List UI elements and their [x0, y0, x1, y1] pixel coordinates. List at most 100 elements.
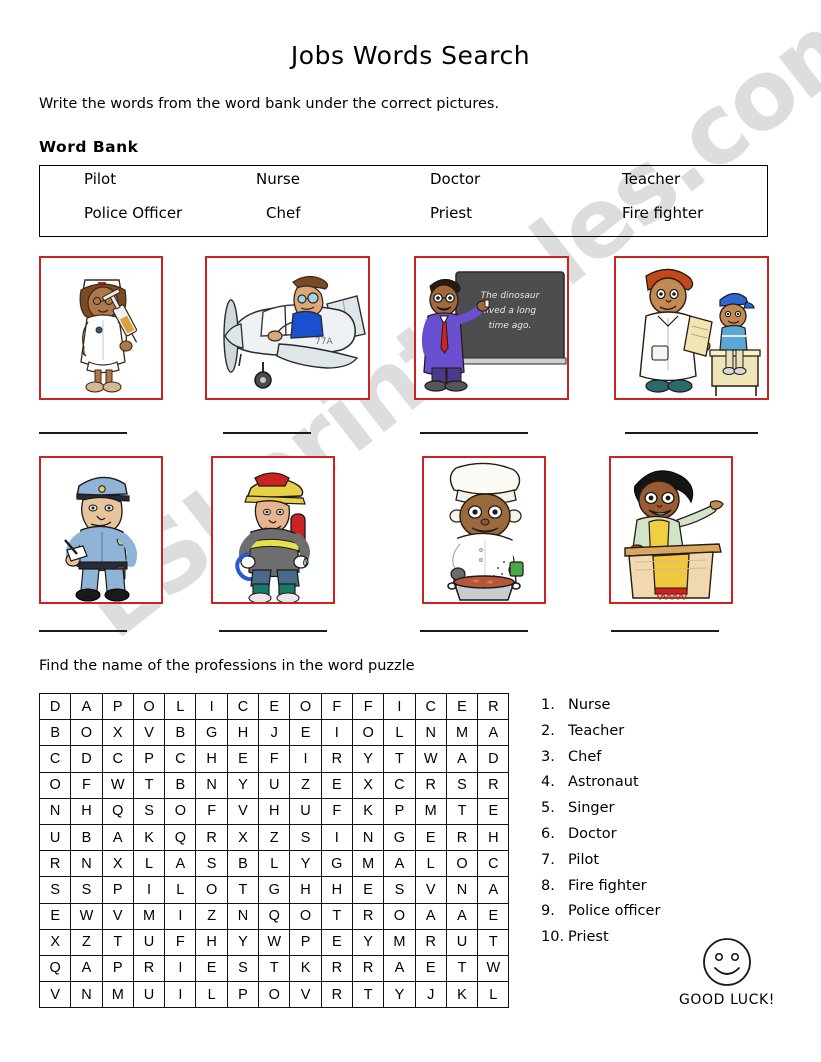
word-search-cell[interactable]: A: [477, 876, 510, 904]
word-search-cell[interactable]: S: [289, 823, 322, 852]
word-search-cell[interactable]: Z: [195, 902, 228, 930]
word-search-cell[interactable]: M: [414, 797, 447, 825]
word-search-cell[interactable]: W: [414, 745, 447, 773]
word-search-cell[interactable]: E: [320, 928, 353, 956]
word-search-cell[interactable]: V: [226, 797, 260, 825]
word-search-cell[interactable]: A: [477, 719, 510, 747]
word-search-cell[interactable]: Q: [38, 954, 72, 983]
word-search-cell[interactable]: R: [351, 954, 385, 983]
word-search-cell[interactable]: U: [289, 797, 322, 825]
word-search-cell[interactable]: T: [477, 928, 510, 956]
word-search-cell[interactable]: A: [70, 954, 103, 983]
word-search-cell[interactable]: D: [38, 692, 72, 721]
word-search-cell[interactable]: L: [132, 850, 166, 878]
word-search-cell[interactable]: B: [38, 719, 72, 747]
word-search-cell[interactable]: O: [195, 876, 228, 904]
word-search-cell[interactable]: L: [414, 850, 447, 878]
word-search-cell[interactable]: S: [383, 876, 416, 904]
word-search-cell[interactable]: N: [70, 850, 103, 878]
word-search-cell[interactable]: I: [164, 954, 197, 983]
word-search-cell[interactable]: N: [38, 797, 72, 825]
word-search-cell[interactable]: O: [351, 719, 385, 747]
word-search-cell[interactable]: E: [477, 797, 510, 825]
word-search-cell[interactable]: Y: [226, 771, 260, 799]
word-search-cell[interactable]: H: [195, 928, 228, 956]
word-search-cell[interactable]: F: [320, 692, 353, 721]
word-search-cell[interactable]: E: [38, 902, 72, 930]
word-search-cell[interactable]: K: [289, 954, 322, 983]
word-search-cell[interactable]: R: [320, 981, 353, 1009]
word-search-cell[interactable]: T: [132, 771, 166, 799]
word-search-cell[interactable]: H: [195, 745, 228, 773]
word-search-cell[interactable]: U: [38, 823, 72, 852]
word-search-cell[interactable]: T: [320, 902, 353, 930]
word-search-cell[interactable]: G: [195, 719, 228, 747]
word-search-cell[interactable]: O: [289, 902, 322, 930]
word-search-cell[interactable]: G: [383, 823, 416, 852]
word-search-cell[interactable]: E: [445, 692, 479, 721]
word-search-cell[interactable]: J: [414, 981, 447, 1009]
word-search-cell[interactable]: L: [164, 692, 197, 721]
word-search-cell[interactable]: I: [132, 876, 166, 904]
word-search-cell[interactable]: U: [445, 928, 479, 956]
word-search-cell[interactable]: B: [226, 850, 260, 878]
word-search-cell[interactable]: T: [445, 954, 479, 983]
word-search-cell[interactable]: O: [70, 719, 103, 747]
word-search-cell[interactable]: N: [445, 876, 479, 904]
word-search-cell[interactable]: P: [101, 692, 134, 721]
word-search-cell[interactable]: Q: [258, 902, 291, 930]
word-search-cell[interactable]: C: [414, 692, 447, 721]
word-search-cell[interactable]: C: [477, 850, 510, 878]
word-search-cell[interactable]: P: [101, 876, 134, 904]
word-search-cell[interactable]: F: [320, 797, 353, 825]
word-search-cell[interactable]: E: [414, 823, 447, 852]
word-search-cell[interactable]: H: [320, 876, 353, 904]
word-search-cell[interactable]: I: [320, 719, 353, 747]
word-search-cell[interactable]: T: [226, 876, 260, 904]
word-search-cell[interactable]: O: [132, 692, 166, 721]
word-search-cell[interactable]: I: [195, 692, 228, 721]
word-search-cell[interactable]: H: [258, 797, 291, 825]
word-search-cell[interactable]: O: [258, 981, 291, 1009]
word-search-cell[interactable]: L: [258, 850, 291, 878]
word-search-cell[interactable]: W: [70, 902, 103, 930]
word-search-cell[interactable]: W: [477, 954, 510, 983]
word-search-cell[interactable]: H: [289, 876, 322, 904]
word-search-cell[interactable]: Z: [258, 823, 291, 852]
word-search-cell[interactable]: Y: [226, 928, 260, 956]
word-search-cell[interactable]: S: [445, 771, 479, 799]
word-search-cell[interactable]: D: [70, 745, 103, 773]
word-search-cell[interactable]: F: [195, 797, 228, 825]
word-search-cell[interactable]: X: [351, 771, 385, 799]
word-search-cell[interactable]: R: [320, 954, 353, 983]
word-search-cell[interactable]: E: [289, 719, 322, 747]
word-search-cell[interactable]: T: [258, 954, 291, 983]
word-search-cell[interactable]: C: [226, 692, 260, 721]
word-search-cell[interactable]: V: [101, 902, 134, 930]
word-search-cell[interactable]: A: [445, 745, 479, 773]
word-search-cell[interactable]: E: [414, 954, 447, 983]
word-search-cell[interactable]: S: [132, 797, 166, 825]
word-search-cell[interactable]: A: [383, 954, 416, 983]
word-search-cell[interactable]: R: [414, 771, 447, 799]
word-search-cell[interactable]: F: [258, 745, 291, 773]
word-search-cell[interactable]: O: [38, 771, 72, 799]
word-search-cell[interactable]: J: [258, 719, 291, 747]
word-search-cell[interactable]: Z: [70, 928, 103, 956]
word-search-cell[interactable]: P: [289, 928, 322, 956]
word-search-cell[interactable]: K: [351, 797, 385, 825]
word-search-cell[interactable]: U: [132, 981, 166, 1009]
word-search-cell[interactable]: P: [132, 745, 166, 773]
word-search-cell[interactable]: P: [101, 954, 134, 983]
word-search-cell[interactable]: L: [383, 719, 416, 747]
word-search-cell[interactable]: R: [132, 954, 166, 983]
word-search-cell[interactable]: B: [164, 719, 197, 747]
answer-line-7[interactable]: [420, 630, 528, 632]
word-search-cell[interactable]: H: [70, 797, 103, 825]
word-search-cell[interactable]: T: [351, 981, 385, 1009]
word-search-cell[interactable]: A: [70, 692, 103, 721]
word-search-cell[interactable]: L: [477, 981, 510, 1009]
word-search-cell[interactable]: M: [383, 928, 416, 956]
word-search-cell[interactable]: C: [383, 771, 416, 799]
word-search-cell[interactable]: Q: [101, 797, 134, 825]
